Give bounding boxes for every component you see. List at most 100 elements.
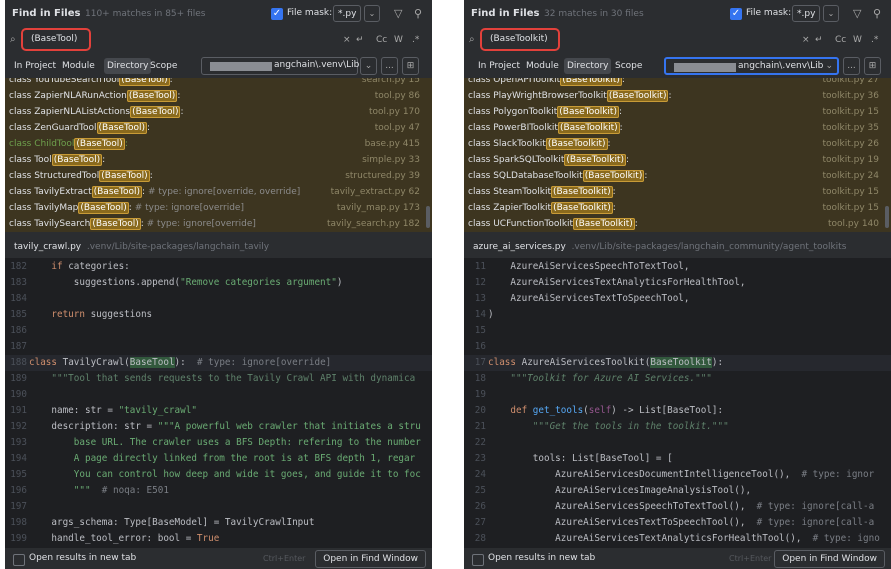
file-mask-input[interactable]: *.py [333, 5, 361, 22]
result-row[interactable]: class TavilyExtract (BaseTool): # type: i… [5, 184, 424, 200]
regex-toggle[interactable]: .* [412, 35, 419, 45]
browse-button[interactable]: ... [843, 57, 860, 75]
match-case-toggle[interactable]: Cc [376, 35, 387, 45]
result-row[interactable]: class PlayWrightBrowserToolkit (BaseToolk… [464, 88, 883, 104]
code-line: 14) [464, 307, 891, 323]
result-row[interactable]: class TavilySearch (BaseTool): # type: ig… [5, 216, 424, 232]
tab-scope[interactable]: Scope [612, 58, 645, 74]
clear-icon[interactable]: × [802, 35, 810, 45]
result-row[interactable]: class ChildTool (BaseTool): base.py 415 [5, 136, 424, 152]
result-row[interactable]: class ZapierNLARunAction (BaseTool): tool.… [5, 88, 424, 104]
recursive-icon[interactable]: ⊞ [402, 57, 419, 75]
result-suffix: : [149, 171, 153, 181]
result-row[interactable]: class SteamToolkit (BaseToolkit): toolkit.… [464, 184, 883, 200]
chevron-down-icon[interactable]: ⌄ [364, 5, 380, 22]
code-text: class AzureAiServicesToolkit(BaseToolkit… [488, 357, 724, 368]
results-scrollbar[interactable] [426, 206, 430, 228]
line-number: 193 [10, 437, 27, 448]
result-text: class PolygonToolkit (BaseToolkit): [468, 104, 622, 120]
directory-path-field[interactable]: angchain\.venv\Lib [201, 57, 359, 75]
file-mask-input[interactable]: *.py [792, 5, 820, 22]
code-text: AzureAiServicesSpeechToTextTool, [488, 261, 690, 272]
result-row[interactable]: class PolygonToolkit (BaseToolkit): toolki… [464, 104, 883, 120]
result-match: (BaseTool) [78, 202, 129, 214]
whole-word-toggle[interactable]: W [394, 35, 403, 45]
chevron-down-icon[interactable]: ⌄ [825, 61, 833, 71]
code-line: 193 base URL. The crawler uses a BFS Dep… [5, 435, 432, 451]
pin-icon[interactable]: ⚲ [873, 7, 881, 20]
directory-path-field[interactable]: angchain\.venv\Lib ⌄ [664, 57, 839, 75]
result-row[interactable]: class Tool (BaseTool): simple.py 33 [5, 152, 424, 168]
search-query-highlight[interactable]: (BaseToolkit) [480, 28, 560, 51]
open-in-find-window-button[interactable]: Open in Find Window [315, 550, 426, 568]
result-row[interactable]: class SparkSQLToolkit (BaseToolkit): toolk… [464, 152, 883, 168]
result-row[interactable]: class SQLDatabaseToolkit (BaseToolkit): to… [464, 168, 883, 184]
results-scrollbar[interactable] [885, 206, 889, 228]
code-line: 22 [464, 435, 891, 451]
result-suffix: : [180, 107, 184, 117]
code-line: 12 AzureAiServicesTextAnalyticsForHealth… [464, 275, 891, 291]
search-input[interactable]: (BaseTool) [31, 34, 77, 44]
search-bar: ⌕ (BaseTool) × ↵ Cc W .* [5, 28, 432, 53]
pin-icon[interactable]: ⚲ [414, 7, 422, 20]
result-comment: # type: ignore[override] [143, 219, 256, 229]
tab-in-project[interactable]: In Project [11, 58, 59, 74]
search-input[interactable]: (BaseToolkit) [490, 34, 548, 44]
open-new-tab-checkbox[interactable] [13, 554, 25, 566]
line-number: 14 [474, 309, 486, 320]
browse-button[interactable]: ... [381, 57, 398, 75]
tab-directory[interactable]: Directory [564, 58, 612, 74]
clear-icon[interactable]: × [343, 35, 351, 45]
line-number: 195 [10, 469, 27, 480]
result-row[interactable]: class YouTubeSearchTool (BaseTool): search… [5, 78, 424, 88]
result-prefix: class TavilyExtract [9, 187, 92, 197]
open-new-tab-checkbox[interactable] [472, 554, 484, 566]
recursive-icon[interactable]: ⊞ [864, 57, 881, 75]
file-mask-label: File mask: [287, 8, 333, 18]
tab-module[interactable]: Module [59, 58, 98, 74]
tab-in-project[interactable]: In Project [475, 58, 523, 74]
code-text: A page directly linked from the root is … [29, 453, 416, 464]
file-mask-checkbox[interactable]: ✓ [271, 8, 283, 20]
newline-icon[interactable]: ↵ [815, 35, 823, 45]
code-preview[interactable]: 182 if categories: 183 suggestions.append… [5, 259, 432, 547]
chevron-down-icon[interactable]: ⌄ [360, 57, 377, 75]
open-in-find-window-button[interactable]: Open in Find Window [774, 550, 885, 568]
result-row[interactable]: class TavilyMap (BaseTool): # type: ignor… [5, 200, 424, 216]
result-row[interactable]: class UCFunctionToolkit (BaseToolkit): too… [464, 216, 883, 232]
filter-icon[interactable]: ▽ [394, 7, 402, 20]
result-suffix: : [619, 123, 623, 133]
result-row[interactable]: class ZenGuardTool (BaseTool): tool.py 47 [5, 120, 424, 136]
code-line: 186 [5, 323, 432, 339]
chevron-down-icon[interactable]: ⌄ [823, 5, 839, 22]
whole-word-toggle[interactable]: W [853, 35, 862, 45]
result-row[interactable]: class ZapierNLAListActions (BaseTool): too… [5, 104, 424, 120]
result-row[interactable]: class OpenAPIToolkit (BaseToolkit): toolki… [464, 78, 883, 88]
result-file: toolkit.py 24 [822, 171, 880, 181]
file-mask-checkbox[interactable]: ✓ [730, 8, 742, 20]
result-file: tavily_search.py 182 [326, 219, 420, 229]
line-number: 182 [10, 261, 27, 272]
result-row[interactable]: class SlackToolkit (BaseToolkit): toolkit.… [464, 136, 883, 152]
redacted-path [210, 62, 272, 71]
filter-icon[interactable]: ▽ [853, 7, 861, 20]
tab-scope[interactable]: Scope [147, 58, 180, 74]
result-row[interactable]: class StructuredTool (BaseTool): structure… [5, 168, 424, 184]
result-row[interactable]: class PowerBIToolkit (BaseToolkit): toolki… [464, 120, 883, 136]
code-text: def get_tools(self) -> List[BaseTool]: [510, 405, 724, 416]
result-match: (BaseToolkit) [557, 122, 620, 134]
code-line: 16 [464, 339, 891, 355]
regex-toggle[interactable]: .* [871, 35, 878, 45]
search-query-highlight[interactable]: (BaseTool) [21, 28, 91, 51]
line-number: 199 [10, 533, 27, 544]
tab-directory[interactable]: Directory [104, 58, 152, 74]
code-text: base URL. The crawler uses a BFS Depth: … [29, 437, 421, 448]
code-preview[interactable]: 11 AzureAiServicesSpeechToTextTool, 12 Az… [464, 259, 891, 547]
newline-icon[interactable]: ↵ [356, 35, 364, 45]
tab-module[interactable]: Module [523, 58, 562, 74]
match-case-toggle[interactable]: Cc [835, 35, 846, 45]
result-row[interactable]: class ZapierToolkit (BaseToolkit): toolkit… [464, 200, 883, 216]
line-number: 20 [474, 405, 486, 416]
result-prefix: class OpenAPIToolkit [468, 78, 561, 85]
code-line: 190 [5, 387, 432, 403]
